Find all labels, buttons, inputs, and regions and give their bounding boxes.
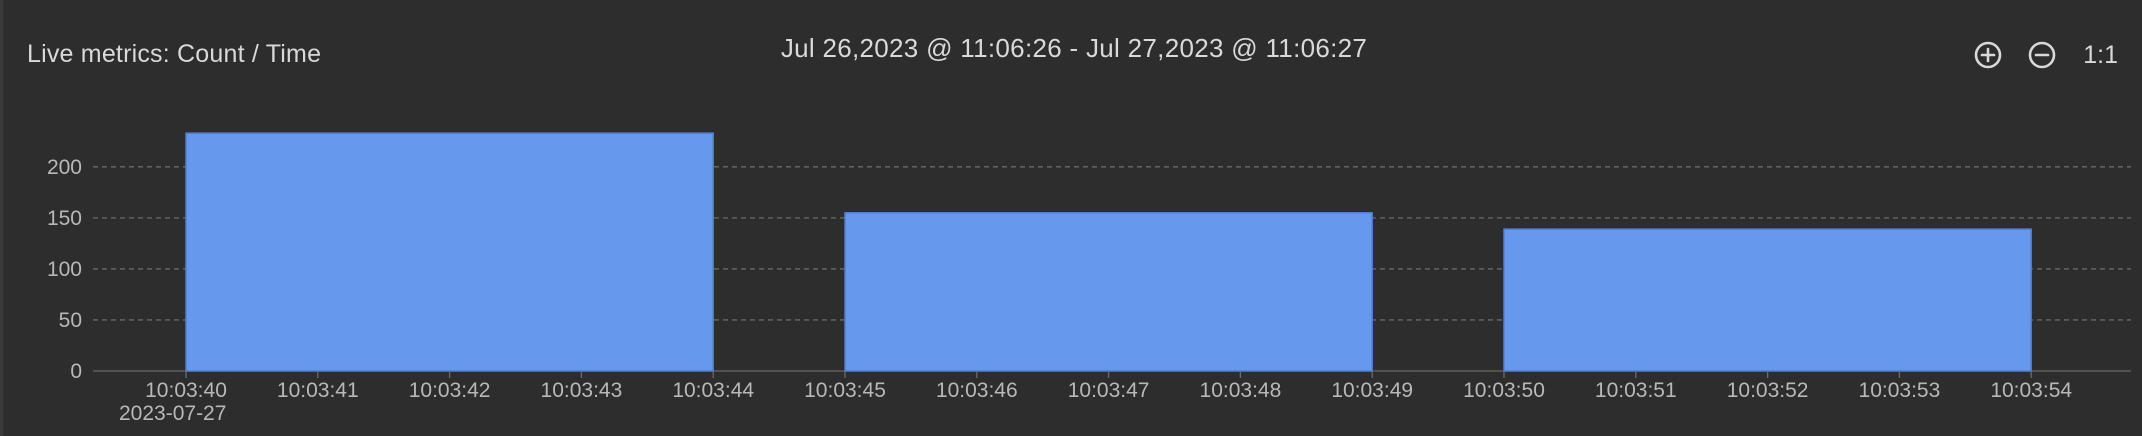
x-tick-label: 10:03:45 <box>804 379 886 402</box>
y-tick-label: 0 <box>70 360 82 383</box>
x-tick-label: 10:03:42 <box>409 379 491 402</box>
x-tick-label: 10:03:46 <box>936 379 1018 402</box>
chart-panel: Live metrics: Count / Time Jul 26,2023 @… <box>0 0 2142 436</box>
x-tick-label: 10:03:41 <box>277 379 359 402</box>
y-tick-label: 200 <box>47 156 82 179</box>
bar[interactable] <box>1503 228 2032 372</box>
x-tick-label: 10:03:44 <box>672 379 754 402</box>
x-date-label: 2023-07-27 <box>119 402 226 425</box>
x-tick-label: 10:03:47 <box>1068 379 1150 402</box>
x-tick-label: 10:03:49 <box>1331 379 1413 402</box>
x-tick-label: 10:03:54 <box>1990 379 2072 402</box>
y-tick-label: 150 <box>47 207 82 230</box>
x-tick-label: 10:03:48 <box>1200 379 1282 402</box>
bar[interactable] <box>185 132 714 372</box>
y-tick-label: 50 <box>59 309 82 332</box>
y-tick-label: 100 <box>47 258 82 281</box>
bar[interactable] <box>844 212 1373 372</box>
x-tick-label: 10:03:40 <box>145 379 227 402</box>
x-tick-label: 10:03:50 <box>1463 379 1545 402</box>
bar-chart: 0 50 100 150 200 10:03:40 10:03:41 10:03:42 10:0… <box>47 132 2131 425</box>
x-tick-label: 10:03:51 <box>1595 379 1677 402</box>
x-tick-label: 10:03:43 <box>541 379 623 402</box>
x-tick-label: 10:03:52 <box>1727 379 1809 402</box>
x-tick-label: 10:03:53 <box>1859 379 1941 402</box>
bar-layer <box>185 132 2032 372</box>
